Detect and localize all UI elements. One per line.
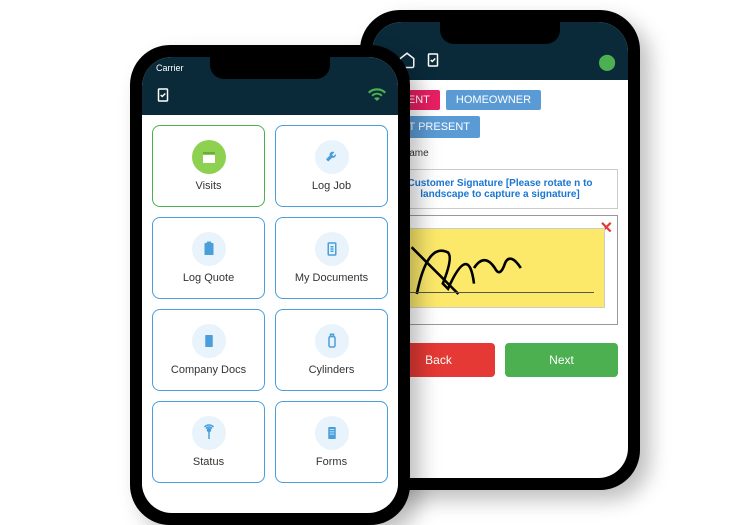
tile-log-quote[interactable]: Log Quote [152, 217, 265, 299]
tile-label: Forms [316, 456, 347, 468]
tile-label: Visits [195, 180, 221, 192]
calendar-icon [192, 140, 226, 174]
customer-type-tags: AGENT HOMEOWNER [372, 80, 628, 116]
tile-visits[interactable]: Visits [152, 125, 265, 207]
signature-drawing [396, 229, 604, 307]
phone-menu: Carrier 8:44 PM Visits Log Job Log Quo [130, 45, 410, 525]
wifi-icon: ⬤ [598, 52, 616, 72]
tile-my-documents[interactable]: My Documents [275, 217, 388, 299]
clipboard-check-icon[interactable] [424, 51, 442, 74]
screen: 6:33 PM ‹ ⬤ AGENT HOMEOWNER NOT PRESENT … [372, 22, 628, 478]
tag-homeowner[interactable]: HOMEOWNER [446, 90, 541, 110]
screen: Carrier 8:44 PM Visits Log Job Log Quo [142, 57, 398, 513]
clipboard-icon [192, 232, 226, 266]
signature-box: ✕ [382, 215, 618, 325]
tile-company-docs[interactable]: Company Docs [152, 309, 265, 391]
wrench-icon [315, 140, 349, 174]
wifi-icon [368, 86, 386, 109]
app-header [142, 79, 398, 115]
form-icon [315, 416, 349, 450]
tile-status[interactable]: Status [152, 401, 265, 483]
tile-label: Log Quote [183, 272, 234, 284]
tile-cylinders[interactable]: Cylinders [275, 309, 388, 391]
signature-line [406, 292, 594, 293]
tile-label: Status [193, 456, 224, 468]
tile-label: Log Job [312, 180, 351, 192]
app-header: ‹ ⬤ [372, 44, 628, 80]
nav-buttons: Back Next [372, 333, 628, 387]
notch [440, 22, 560, 44]
document-icon [315, 232, 349, 266]
tile-log-job[interactable]: Log Job [275, 125, 388, 207]
clipboard-check-icon[interactable] [154, 86, 172, 109]
cylinder-icon [315, 324, 349, 358]
tile-forms[interactable]: Forms [275, 401, 388, 483]
notch [210, 57, 330, 79]
signature-pad[interactable] [395, 228, 605, 308]
tile-label: Company Docs [171, 364, 246, 376]
tile-label: Cylinders [309, 364, 355, 376]
docs-icon [192, 324, 226, 358]
signature-instruction: Customer Signature [Please rotate n to l… [382, 169, 618, 209]
next-button[interactable]: Next [505, 343, 618, 377]
menu-grid-container: Visits Log Job Log Quote My Documents Co… [142, 115, 398, 493]
customer-name-label: mer Name [372, 144, 628, 163]
antenna-icon [192, 416, 226, 450]
tile-label: My Documents [295, 272, 368, 284]
menu-grid: Visits Log Job Log Quote My Documents Co… [152, 125, 388, 483]
